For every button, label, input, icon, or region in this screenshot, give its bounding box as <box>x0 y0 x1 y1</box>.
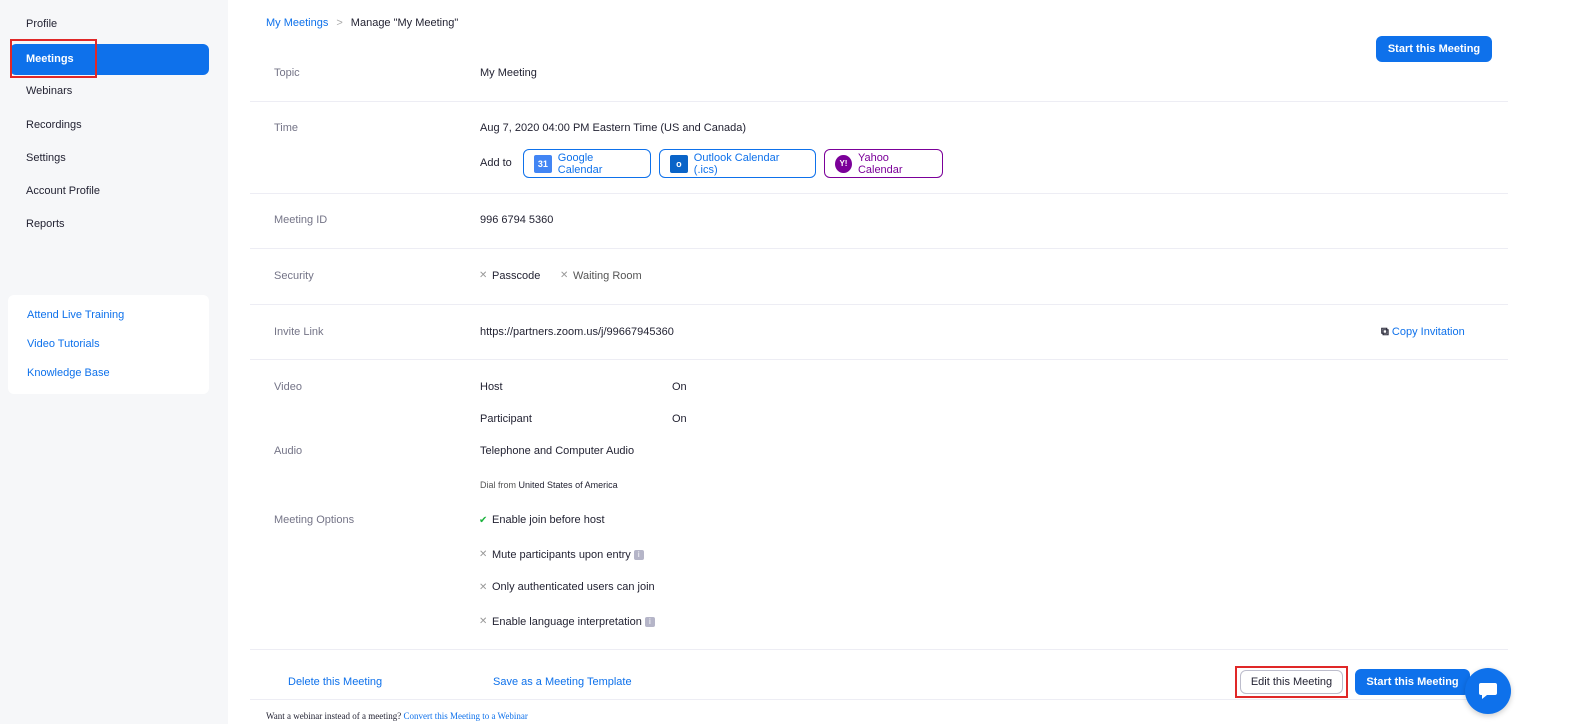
option-language-interpretation: Enable language interpretation i <box>492 616 655 628</box>
attend-live-training-link[interactable]: Attend Live Training <box>27 309 124 321</box>
sidebar-item-settings[interactable]: Settings <box>10 143 209 174</box>
yahoo-calendar-icon: Y! <box>835 154 852 173</box>
invite-link-value: https://partners.zoom.us/j/99667945360 <box>480 326 674 338</box>
divider <box>250 649 1508 650</box>
breadcrumb-separator: > <box>336 17 343 29</box>
yahoo-calendar-button[interactable]: Y! Yahoo Calendar <box>824 149 943 178</box>
breadcrumb: My Meetings > Manage "My Meeting" <box>266 17 458 29</box>
x-icon: ✕ <box>479 549 488 560</box>
time-value: Aug 7, 2020 04:00 PM Eastern Time (US an… <box>480 122 746 134</box>
outlook-calendar-icon: o <box>670 154 688 173</box>
waiting-room-x-icon: ✕ <box>560 270 569 281</box>
chat-button[interactable] <box>1465 668 1511 714</box>
edit-meeting-highlight-box <box>1235 666 1348 698</box>
dial-from-prefix: Dial from <box>480 480 517 490</box>
x-icon: ✕ <box>479 582 488 593</box>
start-meeting-button-bottom[interactable]: Start this Meeting <box>1355 669 1470 695</box>
info-icon[interactable]: i <box>633 550 644 561</box>
footer-note: Want a webinar instead of a meeting? Con… <box>266 711 528 721</box>
security-label: Security <box>274 270 314 282</box>
video-host-value: On <box>672 381 687 393</box>
meeting-id-label: Meeting ID <box>274 214 328 226</box>
option-language-interpretation-label: Enable language interpretation <box>492 616 642 628</box>
sidebar-item-reports[interactable]: Reports <box>10 209 209 240</box>
security-passcode: Passcode <box>492 270 541 282</box>
breadcrumb-current: Manage "My Meeting" <box>350 17 459 29</box>
footer-note-text: Want a webinar instead of a meeting? <box>266 711 402 721</box>
sidebar-item-profile[interactable]: Profile <box>10 9 209 40</box>
start-meeting-button-top[interactable]: Start this Meeting <box>1376 36 1492 62</box>
invite-link-label: Invite Link <box>274 326 324 338</box>
sidebar: Profile Meetings Webinars Recordings Set… <box>0 0 228 724</box>
google-calendar-label: Google Calendar <box>557 151 603 176</box>
divider <box>250 193 1508 194</box>
copy-invitation-link[interactable]: ⧉ Copy Invitation <box>1381 326 1465 339</box>
convert-to-webinar-link[interactable]: Convert this Meeting to a Webinar <box>403 711 527 721</box>
dial-from: Dial from United States of America <box>480 480 618 490</box>
video-participant-value: On <box>672 413 687 425</box>
passcode-x-icon: ✕ <box>479 270 488 281</box>
delete-meeting-link[interactable]: Delete this Meeting <box>288 676 382 688</box>
time-label: Time <box>274 122 299 134</box>
audio-label: Audio <box>274 445 303 457</box>
sidebar-item-account-profile[interactable]: Account Profile <box>10 176 209 207</box>
option-mute-participants: Mute participants upon entry i <box>492 549 644 561</box>
save-template-link[interactable]: Save as a Meeting Template <box>493 676 632 688</box>
google-calendar-icon: 31 <box>534 154 552 173</box>
meeting-options-label: Meeting Options <box>274 514 355 526</box>
topic-label: Topic <box>274 67 300 79</box>
meetings-highlight-box <box>10 39 97 78</box>
option-authenticated-users: Only authenticated users can join <box>492 581 655 593</box>
video-host-label: Host <box>480 381 503 393</box>
copy-icon: ⧉ <box>1381 326 1389 338</box>
video-label: Video <box>274 381 302 393</box>
copy-invitation-label: Copy Invitation <box>1391 326 1465 338</box>
audio-value: Telephone and Computer Audio <box>480 445 635 457</box>
topic-value: My Meeting <box>480 67 537 79</box>
divider <box>250 359 1508 360</box>
video-participant-label: Participant <box>480 413 532 425</box>
sidebar-item-recordings[interactable]: Recordings <box>10 110 209 141</box>
video-tutorials-link[interactable]: Video Tutorials <box>27 338 100 350</box>
knowledge-base-link[interactable]: Knowledge Base <box>27 367 110 379</box>
security-waiting-room: Waiting Room <box>573 270 642 282</box>
meeting-id-value: 996 6794 5360 <box>480 214 554 226</box>
add-to-label: Add to <box>480 157 512 169</box>
x-icon: ✕ <box>479 616 488 627</box>
check-icon: ✔ <box>479 515 488 526</box>
divider <box>250 248 1508 249</box>
sidebar-item-webinars[interactable]: Webinars <box>10 76 209 107</box>
outlook-calendar-button[interactable]: o Outlook Calendar (.ics) <box>659 149 816 178</box>
divider <box>250 304 1508 305</box>
breadcrumb-my-meetings[interactable]: My Meetings <box>266 17 328 29</box>
google-calendar-button[interactable]: 31 Google Calendar <box>523 149 651 178</box>
dial-from-country: United States of America <box>518 480 618 490</box>
yahoo-calendar-label: Yahoo Calendar <box>857 151 903 176</box>
outlook-calendar-label: Outlook Calendar (.ics) <box>693 151 780 176</box>
help-links-panel: Attend Live Training Video Tutorials Kno… <box>8 295 209 394</box>
divider <box>250 699 1508 700</box>
option-mute-participants-label: Mute participants upon entry <box>492 549 631 561</box>
info-icon[interactable]: i <box>644 617 655 628</box>
chat-bubble-icon <box>1479 683 1497 699</box>
option-join-before-host: Enable join before host <box>492 514 605 526</box>
divider <box>250 101 1508 102</box>
